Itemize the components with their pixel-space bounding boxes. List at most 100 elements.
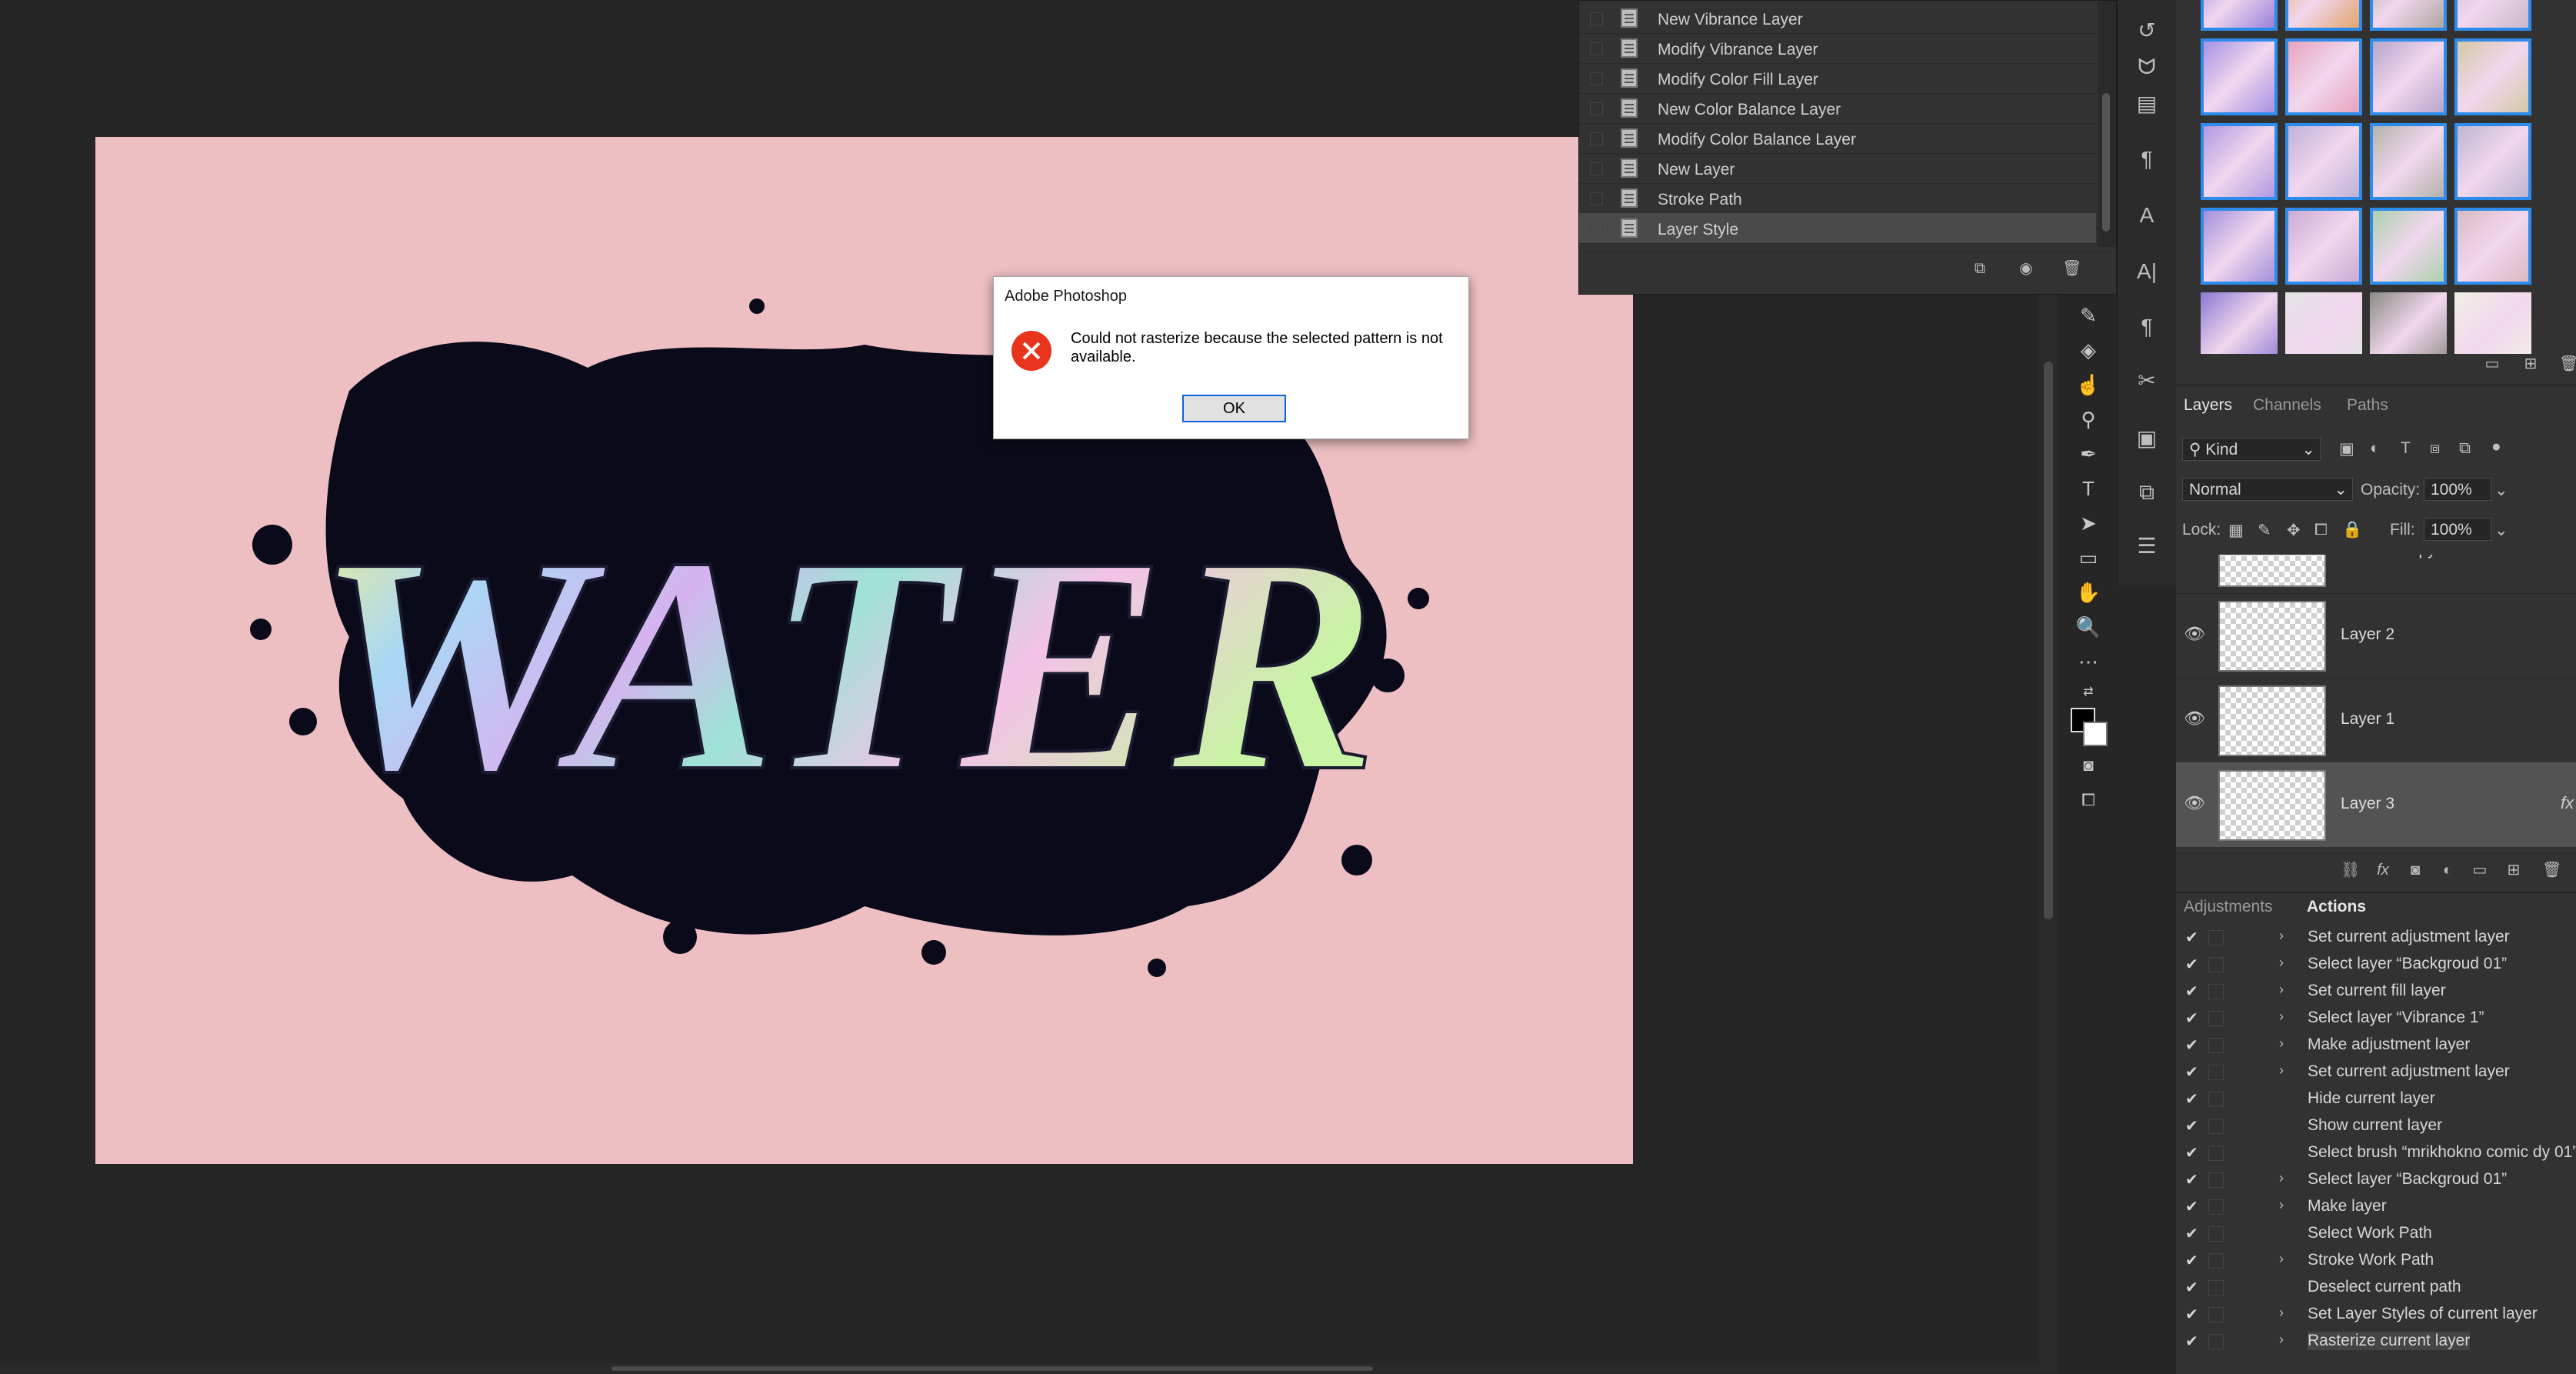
history-scrollbar[interactable]	[2098, 1, 2116, 247]
filter-adjustment-icon[interactable]: ◐	[2370, 439, 2380, 458]
layer-filter-select[interactable]: ⚲ Kind ⌄	[2182, 438, 2321, 461]
paragraph-icon[interactable]: ¶	[2118, 140, 2176, 178]
fill-chevron-icon[interactable]: ⌄	[2494, 521, 2508, 540]
checkmark-icon[interactable]: ✔	[2185, 1224, 2198, 1243]
pattern-swatch[interactable]	[2454, 0, 2531, 31]
tab-paths[interactable]: Paths	[2347, 396, 2388, 415]
dialog-toggle-box[interactable]	[2208, 1065, 2224, 1080]
tab-layers[interactable]: Layers	[2184, 396, 2232, 415]
action-step[interactable]: ✔ Select brush “mrikhokno comic dy 01”	[2176, 1139, 2576, 1166]
action-step[interactable]: ✔ Select Work Path	[2176, 1220, 2576, 1247]
blend-mode-select[interactable]: Normal ⌄	[2182, 478, 2353, 501]
pattern-swatch[interactable]	[2285, 292, 2362, 354]
dialog-toggle-box[interactable]	[2208, 1253, 2224, 1269]
dialog-toggle-box[interactable]	[2208, 1092, 2224, 1107]
pattern-swatch[interactable]	[2201, 38, 2278, 115]
properties-icon[interactable]: ☰	[2118, 527, 2176, 565]
type-tool-icon[interactable]: T	[2068, 473, 2109, 504]
layer-effects-icon[interactable]: fx	[2561, 793, 2574, 813]
path-selection-icon[interactable]: ➤	[2068, 508, 2109, 539]
action-step[interactable]: ✔ › Stroke Work Path	[2176, 1247, 2576, 1274]
opacity-input[interactable]: 100%	[2424, 478, 2491, 501]
chevron-right-icon[interactable]: ›	[2279, 1197, 2284, 1213]
checkmark-icon[interactable]: ✔	[2185, 1278, 2198, 1297]
action-step[interactable]: ✔ › Make layer	[2176, 1193, 2576, 1220]
dialog-toggle-box[interactable]	[2208, 1226, 2224, 1242]
history-item[interactable]: Modify Vibrance Layer	[1579, 33, 2096, 64]
history-snapshot-checkbox[interactable]	[1590, 12, 1603, 25]
hand-tool-icon[interactable]: ✋	[2068, 577, 2109, 608]
dialog-toggle-box[interactable]	[2208, 1334, 2224, 1349]
pattern-swatch[interactable]	[2285, 0, 2362, 31]
pattern-swatch[interactable]	[2370, 292, 2447, 354]
rectangle-tool-icon[interactable]: ▭	[2068, 542, 2109, 573]
checkmark-icon[interactable]: ✔	[2185, 1305, 2198, 1324]
new-layer-icon[interactable]: ⊞	[2505, 862, 2522, 879]
visibility-eye-icon[interactable]: 👁	[2184, 795, 2205, 812]
checkmark-icon[interactable]: ✔	[2185, 982, 2198, 1001]
pattern-swatch[interactable]	[2454, 123, 2531, 200]
action-step[interactable]: ✔ Deselect current path	[2176, 1274, 2576, 1301]
pattern-swatch[interactable]	[2370, 38, 2447, 115]
pattern-swatch[interactable]	[2201, 0, 2278, 31]
action-step[interactable]: ✔ › Select layer “Backgroud 01”	[2176, 1166, 2576, 1193]
dialog-toggle-box[interactable]	[2208, 1146, 2224, 1161]
chevron-right-icon[interactable]: ›	[2279, 1009, 2284, 1025]
zoom-tool-icon[interactable]: 🔍	[2068, 612, 2109, 642]
spot-healing-brush-icon[interactable]: ✎	[2068, 300, 2109, 331]
screen-mode-icon[interactable]: ⧠	[2068, 785, 2109, 815]
add-mask-icon[interactable]: ◙	[2407, 862, 2424, 879]
lock-transparent-icon[interactable]: ▦	[2228, 521, 2244, 540]
tab-actions[interactable]: Actions	[2307, 898, 2366, 916]
tab-adjustments[interactable]: Adjustments	[2184, 898, 2273, 916]
chevron-right-icon[interactable]: ›	[2279, 1170, 2284, 1186]
dialog-toggle-box[interactable]	[2208, 984, 2224, 999]
pattern-swatch[interactable]	[2285, 38, 2362, 115]
pattern-swatch[interactable]	[2285, 123, 2362, 200]
background-color-swatch[interactable]	[2083, 722, 2108, 746]
action-step[interactable]: ✔ Show current layer	[2176, 1112, 2576, 1139]
history-snapshot-checkbox[interactable]	[1590, 192, 1603, 205]
pattern-swatch[interactable]	[2370, 208, 2447, 285]
dialog-toggle-box[interactable]	[2208, 1199, 2224, 1215]
tool-presets-icon[interactable]: ✂	[2118, 362, 2176, 400]
action-step[interactable]: ✔ › Make adjustment layer	[2176, 1032, 2576, 1059]
dialog-toggle-box[interactable]	[2208, 1172, 2224, 1188]
checkmark-icon[interactable]: ✔	[2185, 1009, 2198, 1028]
dialog-toggle-box[interactable]	[2208, 1119, 2224, 1134]
checkmark-icon[interactable]: ✔	[2185, 1062, 2198, 1082]
dialog-toggle-box[interactable]	[2208, 1011, 2224, 1026]
paint-bucket-icon[interactable]: ◈	[2068, 335, 2109, 365]
pen-tool-icon[interactable]: ✒	[2068, 439, 2109, 469]
ok-button[interactable]: OK	[1182, 395, 1286, 422]
add-layer-style-icon[interactable]: fx	[2374, 862, 2391, 879]
action-step[interactable]: ✔ › Select layer “Backgroud 01”	[2176, 951, 2576, 978]
brush-settings-icon[interactable]: ᗢ	[2118, 48, 2176, 86]
document-horizontal-scrollbar[interactable]	[0, 1363, 2038, 1373]
history-panel-icon[interactable]: ↺	[2118, 12, 2176, 50]
lock-position-icon[interactable]: ✥	[2287, 521, 2301, 540]
pattern-swatch[interactable]	[2285, 208, 2362, 285]
chevron-right-icon[interactable]: ›	[2279, 1251, 2284, 1267]
layer-row[interactable]: WATER copy 2	[2176, 555, 2576, 594]
checkmark-icon[interactable]: ✔	[2185, 1089, 2198, 1109]
pattern-swatch[interactable]	[2370, 123, 2447, 200]
dialog-toggle-box[interactable]	[2208, 1307, 2224, 1322]
history-item[interactable]: Layer Style	[1579, 213, 2096, 244]
layer-row[interactable]: 👁 Layer 2	[2176, 593, 2576, 679]
tab-channels[interactable]: Channels	[2253, 396, 2321, 415]
new-adjustment-layer-icon[interactable]: ◐	[2439, 862, 2456, 879]
chevron-right-icon[interactable]: ›	[2279, 928, 2284, 944]
history-item[interactable]: Modify Color Balance Layer	[1579, 123, 2096, 154]
paragraph-styles-icon[interactable]: ¶	[2118, 308, 2176, 346]
filter-pixel-icon[interactable]: ▣	[2339, 439, 2354, 459]
action-step[interactable]: ✔ › Select layer “Vibrance 1”	[2176, 1005, 2576, 1032]
filter-smartobject-icon[interactable]: ⧉	[2459, 439, 2471, 458]
history-item[interactable]: New Vibrance Layer	[1579, 3, 2096, 34]
notes-icon[interactable]: ▤	[2118, 85, 2176, 123]
dialog-toggle-box[interactable]	[2208, 1038, 2224, 1053]
new-group-icon[interactable]: ▭	[2471, 862, 2488, 879]
pattern-swatch[interactable]	[2370, 0, 2447, 31]
action-step[interactable]: ✔ Hide current layer	[2176, 1086, 2576, 1112]
visibility-eye-icon[interactable]: 👁	[2184, 625, 2205, 642]
